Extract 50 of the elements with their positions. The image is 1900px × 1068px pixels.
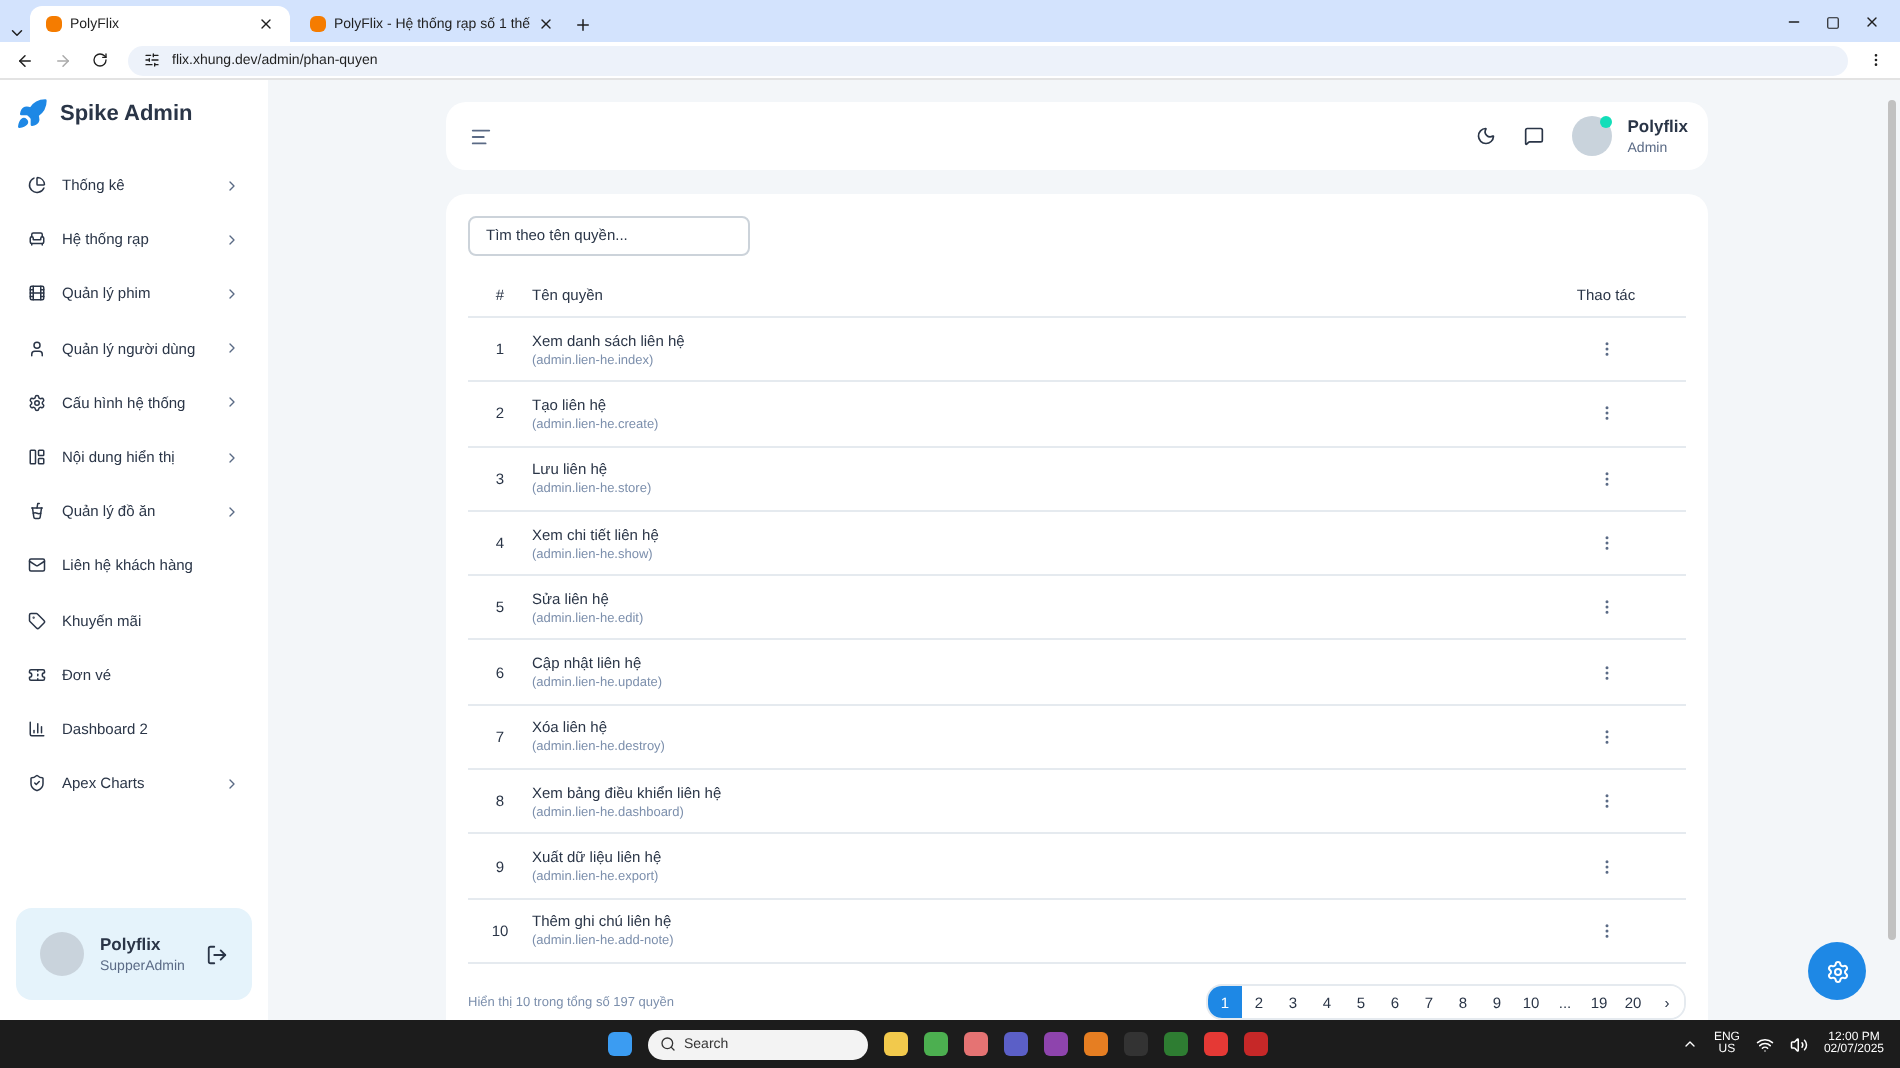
user-icon [28,339,46,358]
close-icon[interactable] [538,16,555,32]
chevron-icon [224,503,240,520]
user-name: Polyflix [1627,116,1688,136]
film-icon [28,284,46,303]
back-icon[interactable] [16,51,34,69]
new-tab-icon[interactable] [574,16,593,34]
cup-icon [28,502,46,521]
mail-icon [28,556,46,575]
app-icon[interactable] [964,1032,988,1056]
site-icon [310,16,326,32]
message-icon[interactable] [1523,126,1544,146]
settings-icon [28,393,46,412]
network-icon[interactable] [1755,1035,1774,1053]
moon-icon[interactable] [1475,126,1496,146]
chevron-icon [224,449,240,466]
volume-icon[interactable] [1789,1035,1808,1053]
layout-icon [28,448,46,467]
chevron-icon [224,394,240,411]
shield-icon [28,774,46,793]
sliders-icon[interactable] [144,52,160,68]
ticket-icon [28,665,46,684]
app-icon[interactable] [884,1032,908,1056]
user-name: Polyflix [100,934,163,954]
app-icon[interactable] [924,1032,948,1056]
close-icon[interactable] [258,16,274,32]
chart-icon [28,176,46,195]
start-icon[interactable] [608,1032,632,1056]
tag-icon [28,611,46,630]
maximize-icon[interactable] [1826,16,1840,30]
chevron-icon [224,177,240,194]
brand-name: Spike Admin [60,101,193,125]
app-icon[interactable] [1084,1032,1108,1056]
search-icon [660,1036,676,1052]
logout-icon[interactable] [206,943,228,965]
close-icon[interactable] [1864,14,1880,30]
avatar [40,932,84,976]
reload-icon[interactable] [92,52,108,68]
bar-chart-icon [28,719,46,738]
chevron-icon [224,285,240,302]
scrollbar[interactable] [1888,100,1896,940]
site-icon [46,16,62,32]
chevron-icon[interactable] [1681,1036,1698,1052]
chevron-icon [224,231,240,248]
rocket-icon [16,97,48,129]
seat-icon [28,230,46,249]
chevron-icon [224,340,240,357]
gear-icon [1825,959,1849,983]
chevron-icon [224,775,240,792]
tab-menu-icon[interactable] [8,24,26,42]
